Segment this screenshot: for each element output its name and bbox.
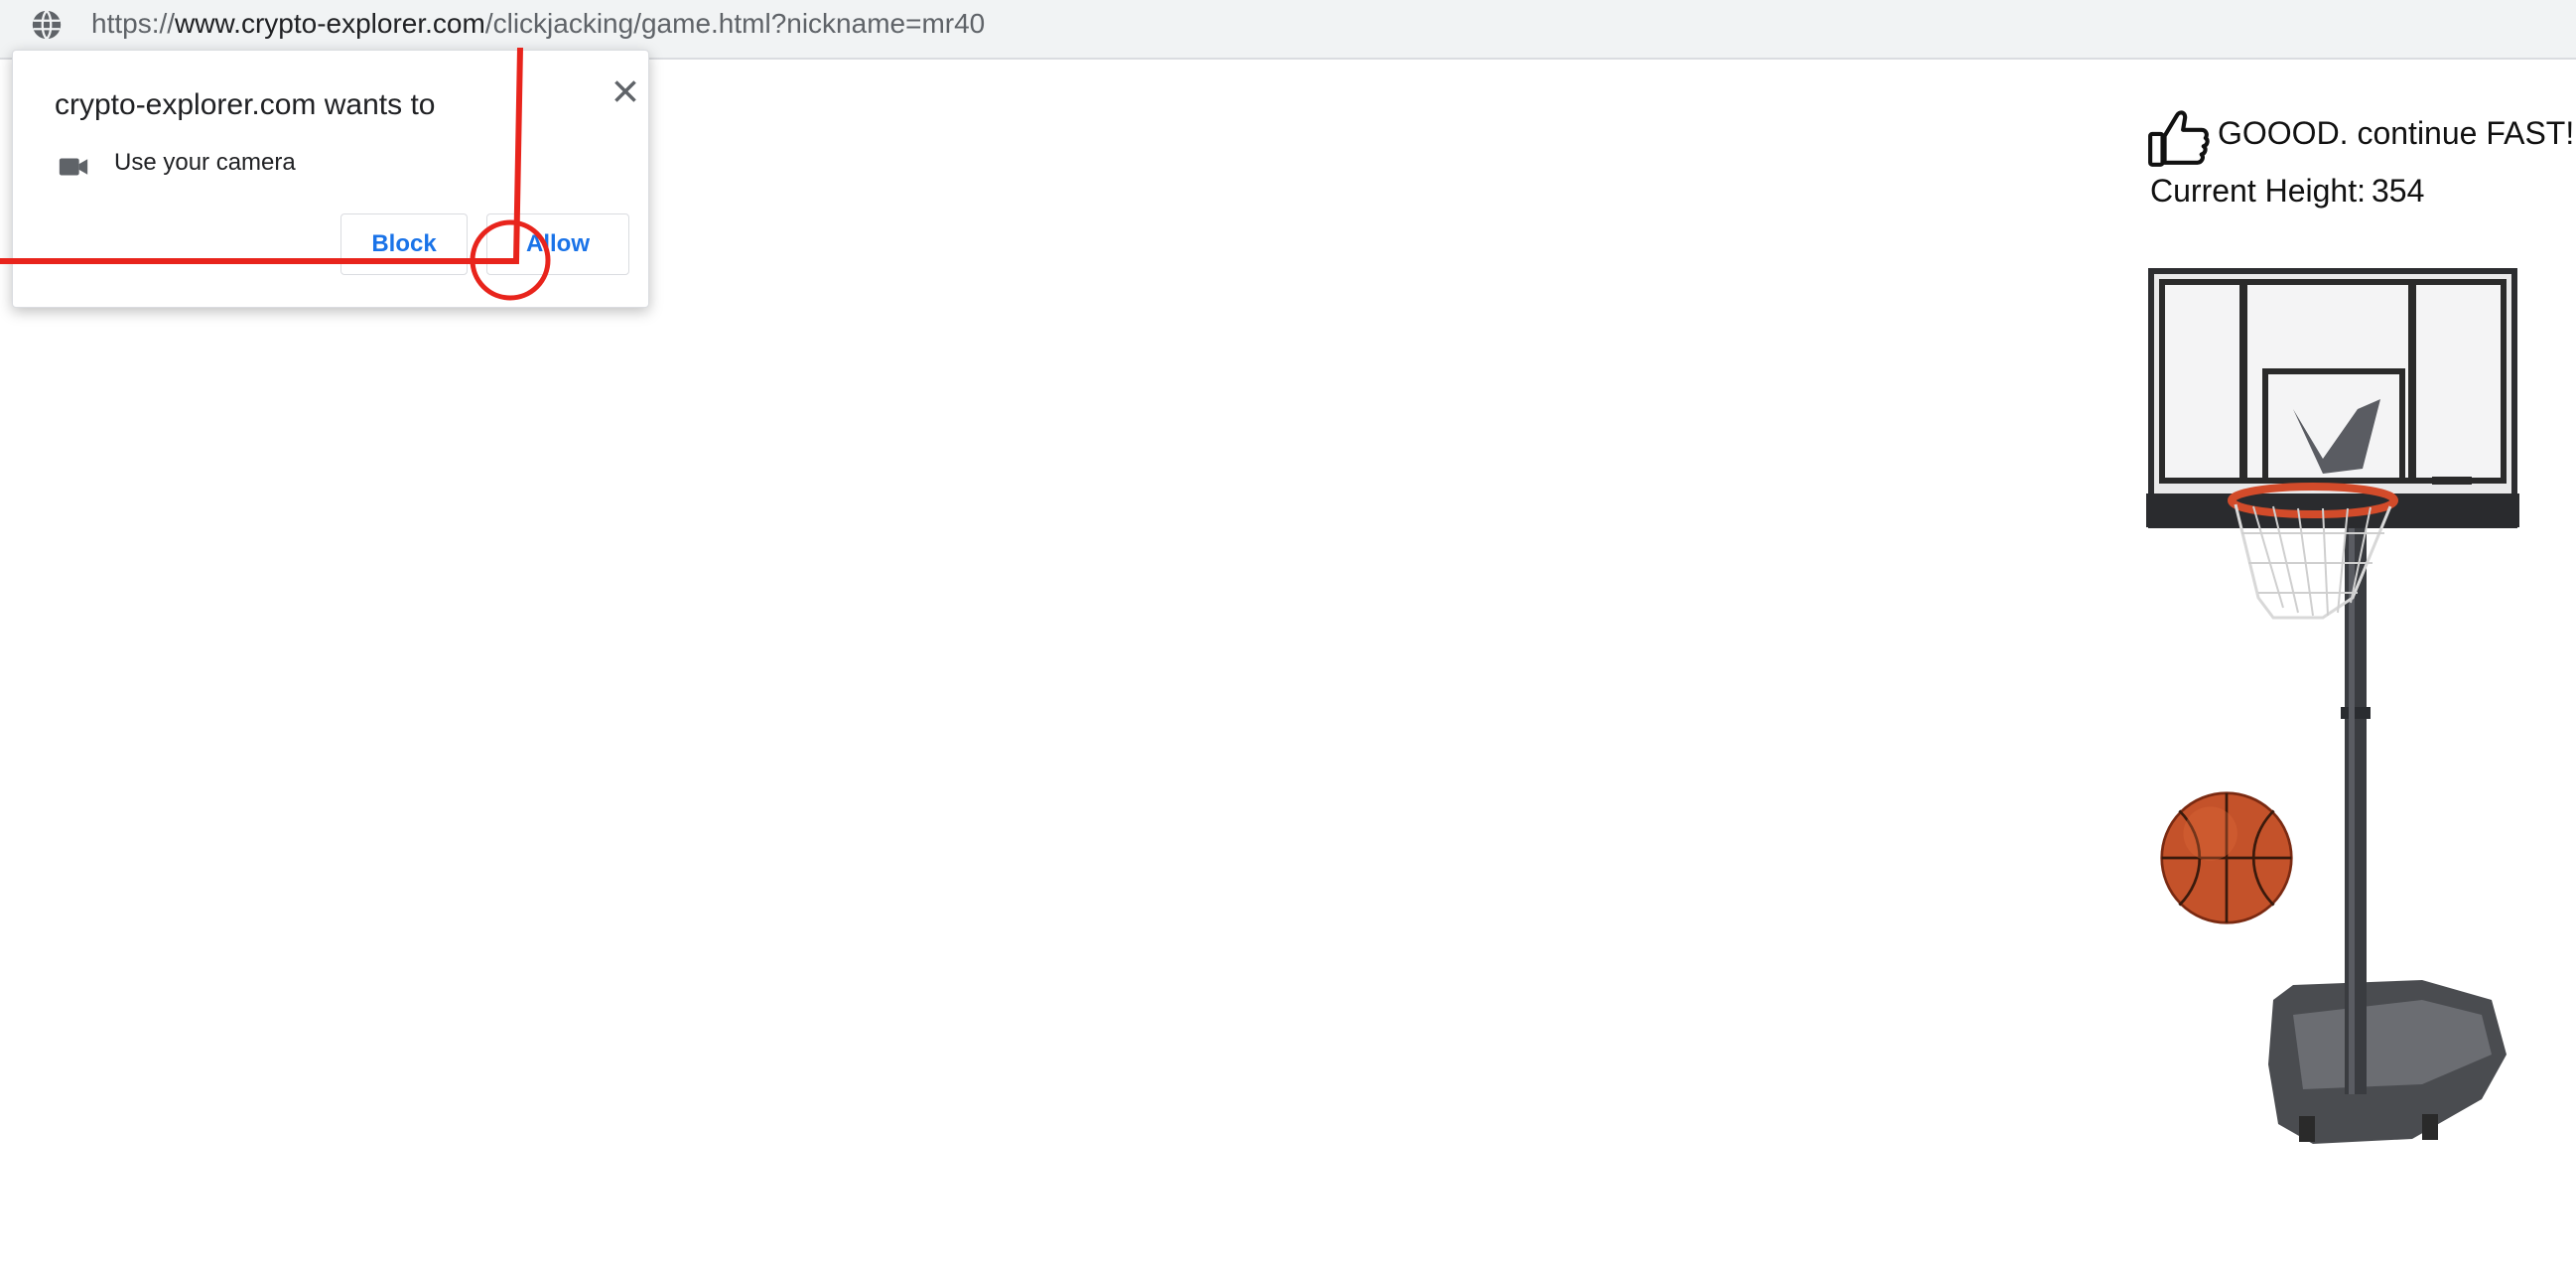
popup-title: crypto-explorer.com wants to [55, 88, 436, 121]
permission-popup: crypto-explorer.com wants to Use your ca… [12, 50, 649, 308]
allow-button[interactable]: Allow [486, 213, 629, 275]
globe-icon [32, 10, 62, 40]
basketball-hoop [2146, 268, 2519, 1144]
height-label: Current Height: [2150, 173, 2366, 209]
url-host: www.crypto-explorer.com [175, 8, 485, 39]
url-text[interactable]: https://www.crypto-explorer.com/clickjac… [91, 4, 985, 44]
url-path: /clickjacking/game.html?nickname=mr40 [484, 8, 986, 39]
camera-icon [59, 158, 88, 176]
current-height: Current Height: 354 [2150, 173, 2424, 210]
height-value: 354 [2371, 173, 2425, 209]
block-button[interactable]: Block [340, 213, 468, 275]
close-icon[interactable] [603, 69, 648, 114]
url-scheme: https:// [91, 8, 176, 39]
game-message: GOOOD. continue FAST! [2218, 115, 2575, 151]
permission-text: Use your camera [114, 149, 296, 176]
basketball[interactable] [2159, 790, 2294, 925]
thumbs-up-icon [2148, 110, 2210, 167]
